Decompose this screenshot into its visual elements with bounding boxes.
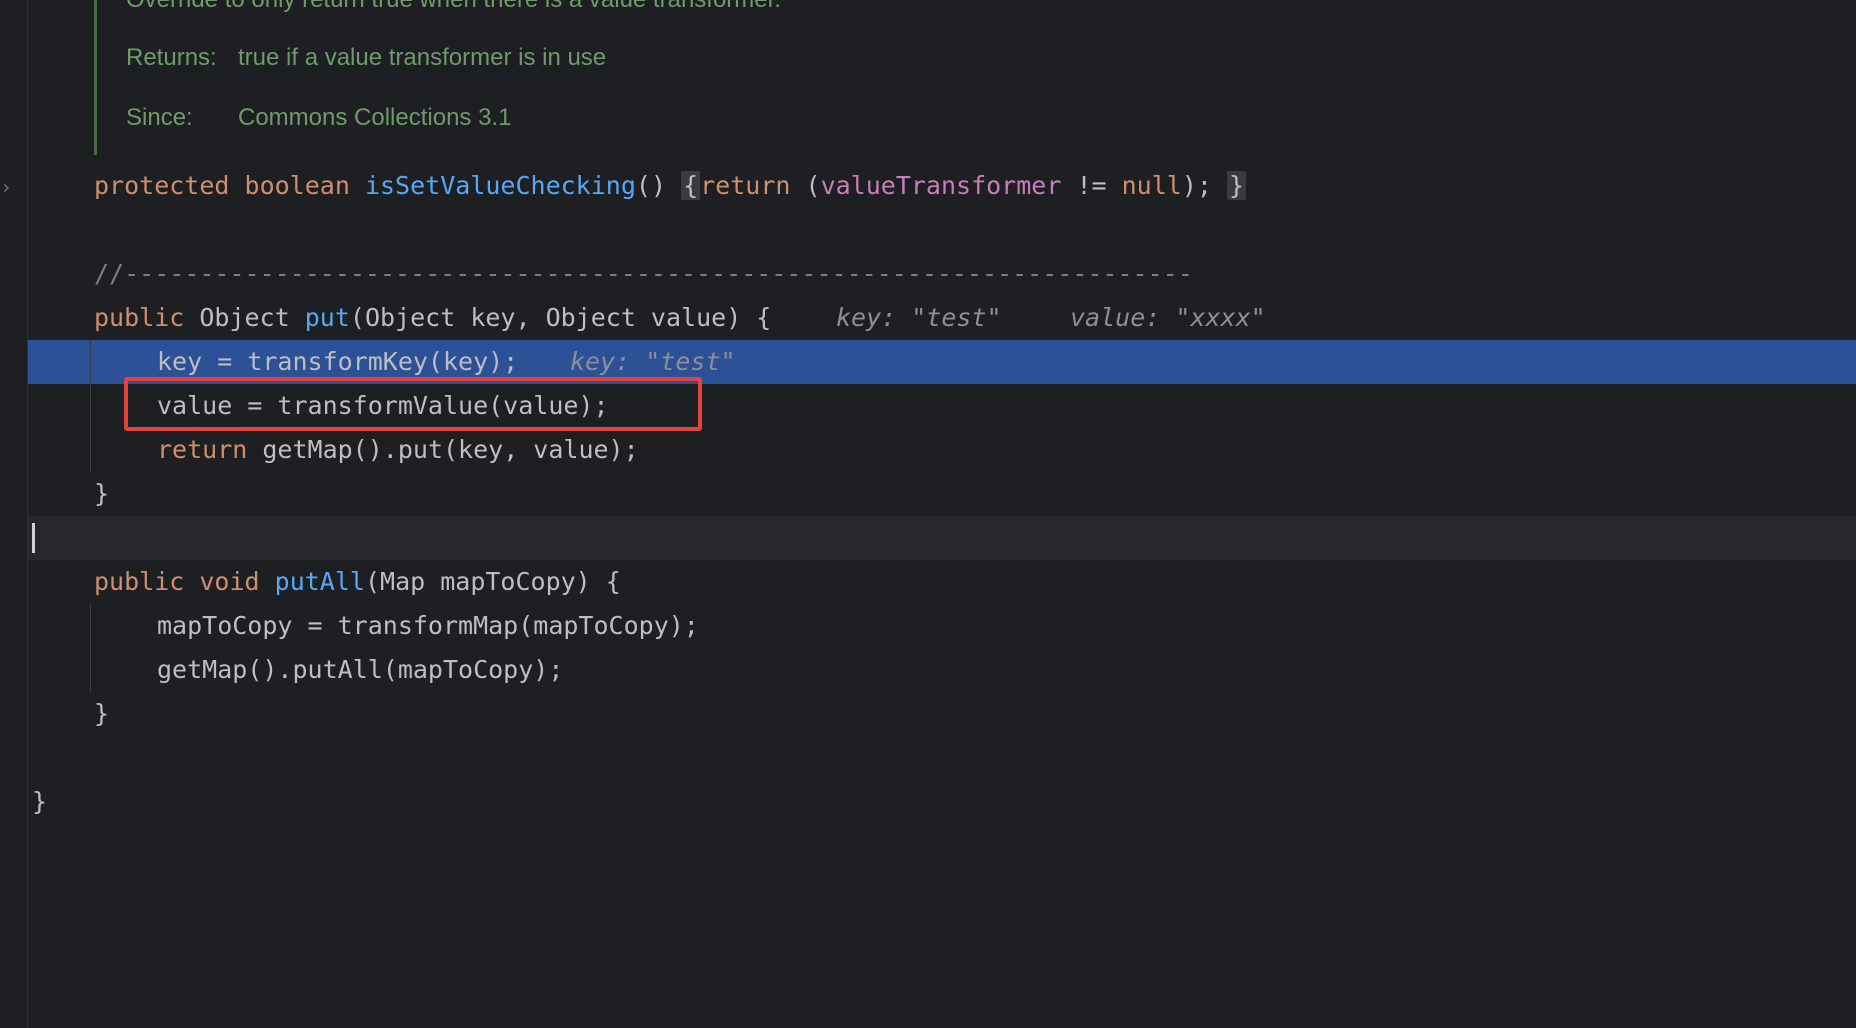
keyword: void — [199, 567, 260, 596]
close-brace: } — [32, 787, 48, 816]
punctuation: ); — [1181, 171, 1212, 200]
inline-hint-value: value: "xxxx" — [1070, 303, 1266, 332]
doc-since-label: Since: — [126, 104, 193, 131]
code-line-putall-close[interactable]: } — [0, 692, 1856, 736]
code-line-putall-call[interactable]: getMap().putAll(mapToCopy); — [0, 648, 1856, 692]
operator: != — [1076, 171, 1107, 200]
keyword: null — [1121, 171, 1182, 200]
code-statement: mapToCopy = transformMap(mapToCopy); — [157, 611, 699, 640]
folded-brace-close[interactable]: } — [1227, 171, 1247, 200]
folded-brace-open[interactable]: { — [681, 171, 701, 200]
doc-description: Override to only return true when there … — [126, 0, 781, 14]
code-line-class-close[interactable]: } — [0, 780, 1856, 824]
code-line-put-close[interactable]: } — [0, 472, 1856, 516]
method-name: isSetValueChecking — [364, 171, 636, 200]
code-line-separator[interactable]: //--------------------------------------… — [0, 252, 1856, 296]
method-name: put — [304, 303, 350, 332]
code-statement: getMap().putAll(mapToCopy); — [157, 655, 564, 684]
close-brace: } — [94, 479, 110, 508]
indent-guide — [90, 604, 91, 692]
close-brace: } — [94, 699, 110, 728]
params: (Map mapToCopy) { — [364, 567, 621, 596]
keyword: return — [700, 171, 791, 200]
doc-comment-bar — [94, 0, 97, 155]
inline-hint-key: key: "test" — [836, 303, 1002, 332]
doc-since: Since: Commons Collections 3.1 — [126, 104, 511, 132]
caret-line[interactable] — [28, 516, 1856, 560]
method-name: putAll — [274, 567, 365, 596]
type: Object — [199, 303, 290, 332]
keyword: public — [94, 303, 185, 332]
paren: ( — [805, 171, 821, 200]
return-expression: getMap().put(key, value); — [262, 435, 639, 464]
keyword: return — [157, 435, 248, 464]
indent-guide — [90, 340, 91, 472]
code-line-putall-signature[interactable]: public void putAll(Map mapToCopy) { — [0, 560, 1856, 604]
annotation-highlight-box — [124, 377, 702, 431]
code-line-put-signature[interactable]: public Object put(Object key, Object val… — [0, 296, 1856, 340]
params: (Object key, Object value) { — [349, 303, 772, 332]
comment: //--------------------------------------… — [94, 259, 1193, 288]
code-line-isSetValueChecking[interactable]: protected boolean isSetValueChecking() {… — [0, 164, 1856, 208]
keyword: boolean — [244, 171, 350, 200]
field-name: valueTransformer — [820, 171, 1062, 200]
doc-returns-label: Returns: — [126, 44, 217, 71]
code-line-return[interactable]: return getMap().put(key, value); — [0, 428, 1856, 472]
keyword: public — [94, 567, 185, 596]
text-caret — [32, 523, 35, 553]
parens: () — [635, 171, 666, 200]
keyword: protected — [94, 171, 230, 200]
doc-returns: Returns: true if a value transformer is i… — [126, 44, 606, 72]
doc-since-text: Commons Collections 3.1 — [238, 104, 512, 131]
code-editor[interactable]: › Override to only return true when ther… — [0, 0, 1856, 1028]
code-line-putall-transform[interactable]: mapToCopy = transformMap(mapToCopy); — [0, 604, 1856, 648]
doc-returns-text: true if a value transformer is in use — [238, 44, 607, 71]
